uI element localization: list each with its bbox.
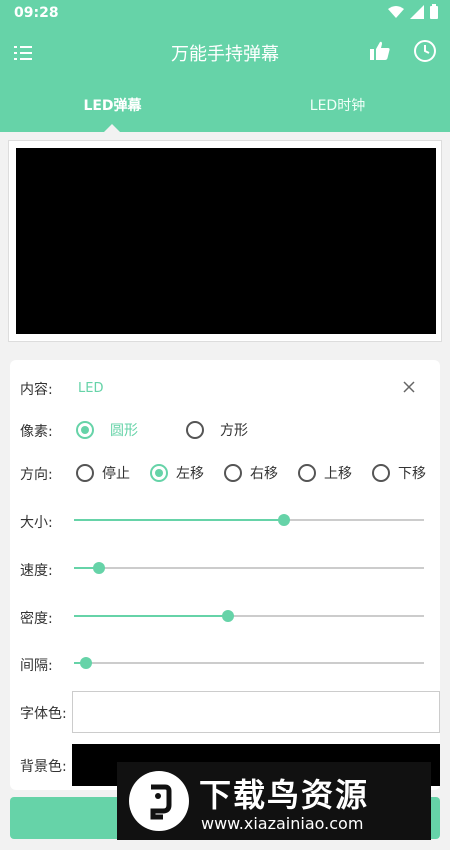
radio-unchecked-icon <box>298 464 316 482</box>
spacing-label: 间隔: <box>20 658 53 674</box>
pixel-label: 像素: <box>20 424 53 440</box>
led-preview-card <box>8 140 442 342</box>
app-bar: 万能手持弹幕 <box>0 26 450 80</box>
pixel-option-square[interactable]: 方形 <box>186 420 248 440</box>
direction-option-left[interactable]: 左移 <box>150 463 204 483</box>
font-color-label: 字体色: <box>20 706 67 722</box>
status-bar: 09:28 <box>0 0 450 26</box>
radio-unchecked-icon <box>372 464 390 482</box>
slider-thumb[interactable] <box>278 514 290 526</box>
font-color-swatch[interactable] <box>72 691 440 733</box>
size-slider[interactable] <box>74 513 424 527</box>
pixel-option-round-label: 圆形 <box>110 423 138 439</box>
radio-unchecked-icon <box>224 464 242 482</box>
pixel-option-square-label: 方形 <box>220 423 248 439</box>
spacing-slider[interactable] <box>74 656 424 670</box>
bg-color-label: 背景色: <box>20 759 67 775</box>
content-input[interactable]: LED <box>78 381 103 396</box>
tab-indicator <box>104 124 120 132</box>
direction-option-stop-label: 停止 <box>102 466 130 482</box>
watermark-brand: 下载鸟资源 <box>199 776 370 814</box>
direction-option-right-label: 右移 <box>250 466 278 482</box>
direction-option-up[interactable]: 上移 <box>298 463 352 483</box>
slider-thumb[interactable] <box>222 610 234 622</box>
radio-checked-icon <box>150 464 168 482</box>
battery-icon <box>430 4 438 19</box>
radio-unchecked-icon <box>76 464 94 482</box>
bird-logo-icon <box>129 771 189 831</box>
pixel-option-round[interactable]: 圆形 <box>76 420 138 440</box>
speed-slider[interactable] <box>74 561 424 575</box>
bird-logo-shape <box>150 784 172 820</box>
status-time: 09:28 <box>14 5 59 21</box>
direction-option-stop[interactable]: 停止 <box>76 463 130 483</box>
slider-fill <box>74 519 284 521</box>
tab-bar: LED弹幕 LED时钟 <box>0 80 450 132</box>
wifi-icon <box>388 5 404 18</box>
watermark-overlay: 下载鸟资源 www.xiazainiao.com <box>117 762 431 840</box>
watermark-url: www.xiazainiao.com <box>201 814 364 833</box>
clock-icon[interactable] <box>413 39 437 63</box>
status-icons <box>388 4 438 19</box>
slider-fill <box>74 615 228 617</box>
size-label: 大小: <box>20 515 53 531</box>
direction-option-left-label: 左移 <box>176 466 204 482</box>
direction-option-down-label: 下移 <box>398 466 426 482</box>
radio-checked-icon <box>76 421 94 439</box>
density-label: 密度: <box>20 611 53 627</box>
speed-label: 速度: <box>20 563 53 579</box>
content-label: 内容: <box>20 382 53 398</box>
direction-option-up-label: 上移 <box>324 466 352 482</box>
tab-led-barrage[interactable]: LED弹幕 <box>0 95 225 115</box>
radio-unchecked-icon <box>186 421 204 439</box>
signal-icon <box>410 4 424 19</box>
direction-option-right[interactable]: 右移 <box>224 463 278 483</box>
direction-option-down[interactable]: 下移 <box>372 463 426 483</box>
slider-thumb[interactable] <box>92 562 105 574</box>
density-slider[interactable] <box>74 609 424 623</box>
clear-icon[interactable] <box>401 379 417 395</box>
thumbs-up-icon[interactable] <box>368 39 392 63</box>
slider-track <box>74 662 424 664</box>
direction-label: 方向: <box>20 467 53 483</box>
tab-led-clock[interactable]: LED时钟 <box>225 95 450 115</box>
slider-track <box>74 567 424 569</box>
led-preview-screen <box>16 148 436 334</box>
settings-card: 内容: LED 像素: 圆形 方形 方向: 停止 左移 右移 上移 下移 大小:… <box>10 360 440 790</box>
slider-thumb[interactable] <box>80 657 93 669</box>
